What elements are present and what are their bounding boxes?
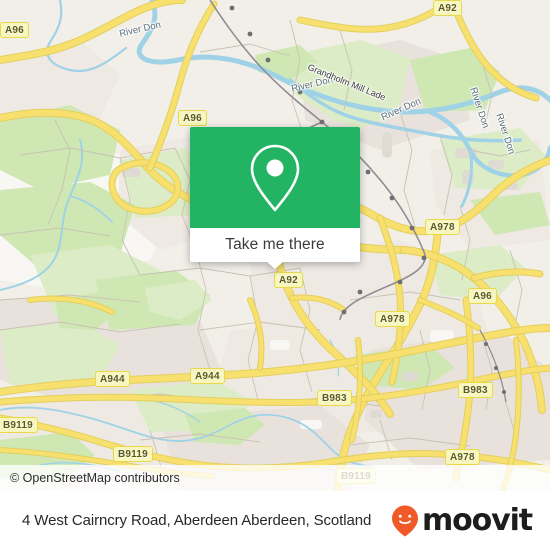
- moovit-pin-icon: [391, 505, 418, 536]
- moovit-wordmark: moovit: [421, 502, 533, 538]
- road-shield: A96: [178, 110, 207, 126]
- road-shield: B9119: [113, 446, 153, 462]
- moovit-map-page: .rd-case { fill:none; stroke:#e3cf5e; st…: [0, 0, 550, 550]
- road-shield: B983: [317, 390, 352, 406]
- road-shield: A92: [433, 0, 462, 16]
- road-shield: A96: [0, 22, 29, 38]
- moovit-logo[interactable]: moovit: [390, 502, 533, 538]
- road-shield: A92: [274, 272, 303, 288]
- map-attribution[interactable]: © OpenStreetMap contributors: [0, 465, 550, 491]
- take-me-there-popup[interactable]: Take me there: [190, 127, 360, 269]
- road-shield: A978: [425, 219, 460, 235]
- popup-pointer: [266, 261, 284, 269]
- attribution-text: © OpenStreetMap contributors: [10, 471, 180, 485]
- road-shield: A978: [445, 449, 480, 465]
- popup-header: [190, 127, 360, 228]
- road-shield: A978: [375, 311, 410, 327]
- map-pin-icon: [250, 144, 300, 211]
- address-text: 4 West Cairncry Road, Aberdeen Aberdeen,…: [22, 512, 372, 529]
- road-shield: B9119: [0, 417, 38, 433]
- road-shield: A944: [190, 368, 225, 384]
- popup-action-bar[interactable]: Take me there: [190, 228, 360, 269]
- road-shield: A944: [95, 371, 130, 387]
- footer-bar: 4 West Cairncry Road, Aberdeen Aberdeen,…: [0, 491, 550, 550]
- road-shield: A96: [468, 288, 497, 304]
- take-me-there-label: Take me there: [225, 236, 325, 253]
- road-shield: B983: [458, 382, 493, 398]
- map-canvas[interactable]: .rd-case { fill:none; stroke:#e3cf5e; st…: [0, 0, 550, 491]
